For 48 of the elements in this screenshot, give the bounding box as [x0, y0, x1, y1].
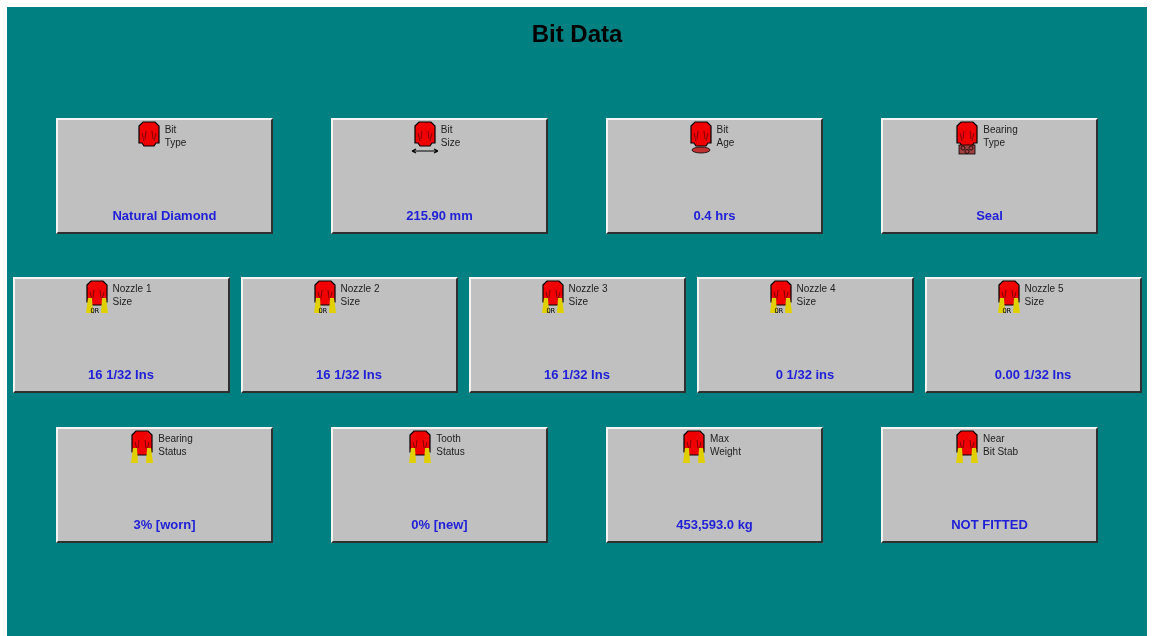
card-label: Type — [983, 136, 1006, 149]
value-text: 16 1/32 Ins — [543, 367, 611, 382]
data-card[interactable]: Bit Type Natural Diamond — [56, 118, 273, 234]
card-label: Bearing — [158, 432, 193, 445]
data-card[interactable]: Bearing Status 3% [worn] — [56, 427, 273, 543]
card-label: Size — [1024, 295, 1045, 308]
data-card[interactable]: Bit Size 215.90 mm — [331, 118, 548, 234]
card-label: Type — [164, 136, 187, 149]
card-label: Near — [983, 432, 1006, 445]
card-label: Nozzle 2 — [340, 282, 380, 295]
value-text: Natural Diamond — [111, 208, 218, 223]
card-label: Bit — [164, 123, 178, 136]
value-text: 0 1/32 ins — [774, 367, 836, 382]
card-label: Size — [112, 295, 133, 308]
value-text: 3% [worn] — [132, 517, 197, 532]
card-label: Max — [710, 432, 730, 445]
card-label: Bit Stab — [983, 445, 1018, 458]
card-label: Tooth — [436, 432, 462, 445]
value-text: 16 1/32 Ins — [87, 367, 155, 382]
data-card[interactable]: Tooth Status 0% [new] — [331, 427, 548, 543]
value-text: Seal — [975, 208, 1004, 223]
value-text: 0% [new] — [410, 517, 469, 532]
card-label: Size — [440, 136, 461, 149]
value-text: NOT FITTED — [950, 517, 1029, 532]
value-text: 215.90 mm — [405, 208, 474, 223]
screen-title: Bit Data — [531, 20, 623, 47]
value-text: 0.00 1/32 Ins — [993, 367, 1073, 382]
value-text: 453,593.0 kg — [675, 517, 754, 532]
data-card[interactable]: Bearing Type Seal — [881, 118, 1098, 234]
card-label: Nozzle 5 — [1024, 282, 1064, 295]
data-card[interactable]: Max Weight 453,593.0 kg — [606, 427, 823, 543]
card-label: Status — [436, 445, 465, 458]
card-label: Age — [716, 136, 735, 149]
value-text: 0.4 hrs — [692, 208, 737, 223]
card-label: Size — [568, 295, 589, 308]
card-label: Bearing — [983, 123, 1018, 136]
data-card[interactable]: Near Bit Stab NOT FITTED — [881, 427, 1098, 543]
value-text: 16 1/32 Ins — [315, 367, 383, 382]
card-label: Weight — [710, 445, 741, 458]
card-label: Bit — [440, 123, 454, 136]
data-card[interactable]: Bit Age 0.4 hrs — [606, 118, 823, 234]
card-label: Nozzle 1 — [112, 282, 152, 295]
card-label: Size — [796, 295, 817, 308]
card-label: Nozzle 4 — [796, 282, 836, 295]
card-label: Size — [340, 295, 361, 308]
card-label: Nozzle 3 — [568, 282, 608, 295]
card-label: Status — [158, 445, 188, 458]
card-label: Bit — [716, 123, 730, 136]
